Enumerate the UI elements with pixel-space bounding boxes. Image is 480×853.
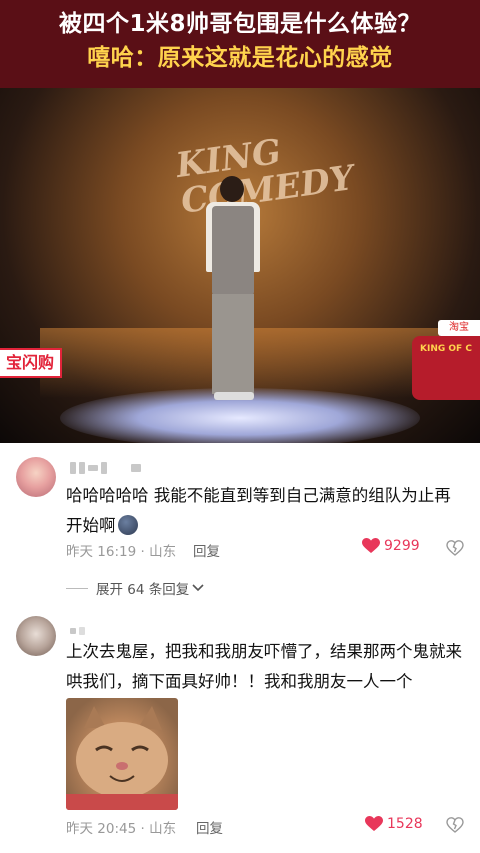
video-frame[interactable]: KING COMEDY 宝闪购 淘宝 KING OF C [0,88,480,443]
avatar[interactable] [16,457,56,497]
username-blurred[interactable] [70,627,85,635]
show-corner-logo-text: KING OF C [420,344,472,354]
heart-icon [362,538,380,553]
chevron-down-icon [192,584,204,592]
expand-replies-label: 展开 64 条回复 [96,582,190,598]
title-line-2: 嘻哈：原来这就是花心的感觉 [87,45,393,71]
divider [66,587,88,589]
cat-photo [66,706,178,810]
performer [196,176,272,406]
show-corner-logo: KING OF C [412,336,480,400]
like-button[interactable]: 1528 [365,816,423,832]
taobao-badge[interactable]: 淘宝 [438,320,480,336]
username-blurred[interactable] [70,462,141,474]
like-count: 9299 [384,538,420,554]
comment-text: 哈哈哈哈哈 我能不能直到等到自己满意的组队为止再开始啊 [66,481,466,541]
title-line-1: 被四个1米8帅哥包围是什么体验？ [58,11,421,37]
comment-meta: 昨天 16:19 · 山东 [66,544,177,560]
heart-icon [365,816,383,831]
like-count: 1528 [387,816,423,832]
reply-button[interactable]: 回复 [193,540,220,560]
shop-badge[interactable]: 宝闪购 [0,348,63,378]
expand-replies-button[interactable]: 展开 64 条回复 [66,578,204,598]
comment-image[interactable] [66,698,178,810]
avatar[interactable] [16,616,56,656]
comment-meta: 昨天 20:45 · 山东 [66,821,177,837]
dislike-icon[interactable] [446,539,464,557]
title-banner: 被四个1米8帅哥包围是什么体验？ 嘻哈：原来这就是花心的感觉 [0,0,480,88]
like-button[interactable]: 9299 [362,538,420,554]
dislike-icon[interactable] [446,816,464,834]
comment-text: 上次去鬼屋，把我和我朋友吓懵了，结果那两个鬼就来哄我们，摘下面具好帅！！我和我朋… [66,642,462,691]
emoji-icon [117,515,138,535]
reply-button[interactable]: 回复 [196,817,223,837]
